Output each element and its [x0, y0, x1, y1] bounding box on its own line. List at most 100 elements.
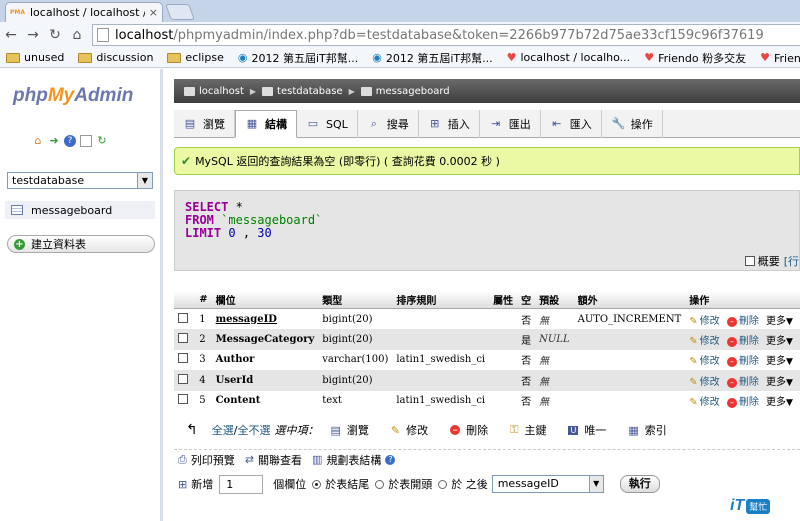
chevron-down-icon[interactable]: ▼ [786, 398, 793, 408]
chevron-down-icon[interactable]: ▼ [786, 337, 793, 347]
bookmarks-bar: unused discussion eclipse ◉ 2012 第五屆iT邦幫.… [0, 48, 800, 68]
drop-link[interactable]: 刪除 [739, 397, 759, 408]
header-collation[interactable]: 排序規則 [392, 291, 490, 309]
bulk-index-button[interactable]: ▦ 索引 [628, 422, 666, 438]
bookmark-eclipse[interactable]: eclipse [167, 51, 224, 64]
edit-link[interactable]: 修改 [700, 377, 720, 388]
back-icon[interactable]: ← [0, 27, 22, 43]
help-icon[interactable]: ? [64, 135, 76, 147]
more-menu[interactable]: 更多 [766, 397, 786, 408]
create-table-button[interactable]: + 建立資料表 [7, 235, 155, 253]
edit-link[interactable]: 修改 [700, 356, 720, 367]
database-select[interactable]: testdatabase ▼ [7, 172, 153, 189]
bulk-browse-button[interactable]: ▤ 瀏覽 [330, 422, 368, 438]
browser-tab[interactable]: PMA localhost / localhost / tes × [5, 2, 163, 22]
propose-structure-link[interactable]: ▥ 規劃表結構? [312, 452, 396, 468]
drop-link[interactable]: 刪除 [739, 316, 759, 327]
row-checkbox[interactable] [178, 373, 188, 384]
home-icon[interactable]: ⌂ [66, 27, 88, 43]
bulk-edit-button[interactable]: ✎ 修改 [391, 422, 428, 438]
profile-link[interactable]: [行 [784, 253, 799, 269]
phpmyadmin-logo[interactable]: phpMyAdmin [13, 85, 133, 107]
more-menu[interactable]: 更多 [766, 336, 786, 347]
check-all-link[interactable]: 全選 [212, 422, 234, 438]
column-collation [392, 370, 490, 391]
edit-link[interactable]: 修改 [700, 336, 720, 347]
bookmark-localhost[interactable]: ♥ localhost / localho... [507, 51, 631, 64]
close-tab-icon[interactable]: × [149, 6, 158, 19]
tab-sql[interactable]: ▭ SQL [297, 110, 358, 138]
tab-operations[interactable]: 🔧 操作 [602, 110, 663, 138]
tab-export[interactable]: ⇥ 匯出 [480, 110, 541, 138]
new-tab-button[interactable] [165, 4, 195, 20]
drop-link[interactable]: 刪除 [739, 336, 759, 347]
chevron-down-icon[interactable]: ▼ [786, 378, 793, 388]
drop-link[interactable]: 刪除 [739, 356, 759, 367]
forward-icon[interactable]: → [22, 27, 44, 43]
radio-at-end[interactable] [312, 479, 322, 489]
reload-icon[interactable]: ↻ [44, 27, 66, 43]
bookmark-friendo-2[interactable]: ♥Friendo 粉多交友 [760, 50, 800, 66]
breadcrumb-table[interactable]: messageboard [376, 86, 450, 97]
edit-link[interactable]: 修改 [700, 316, 720, 327]
profile-option[interactable]: 概要 [行 [744, 253, 799, 269]
bookmark-ithome-2[interactable]: ◉ 2012 第五屆iT邦幫... [372, 50, 492, 66]
edit-link[interactable]: 修改 [700, 397, 720, 408]
go-button[interactable]: 執行 [619, 475, 660, 493]
reload-icon[interactable]: ↻ [96, 135, 108, 147]
sidebar-item-messageboard[interactable]: messageboard [5, 201, 155, 219]
header-default[interactable]: 預設 [535, 291, 574, 309]
tab-structure[interactable]: ▦ 結構 [235, 110, 297, 138]
help-icon[interactable]: ? [385, 454, 396, 465]
row-checkbox[interactable] [178, 332, 188, 343]
radio-after[interactable] [438, 479, 448, 489]
breadcrumb-database[interactable]: testdatabase [277, 86, 343, 97]
profile-checkbox[interactable] [744, 256, 755, 266]
row-checkbox[interactable] [178, 394, 188, 405]
chevron-down-icon[interactable]: ▼ [786, 317, 793, 327]
column-name[interactable]: Author [216, 354, 255, 365]
tab-browse[interactable]: ▤ 瀏覽 [174, 110, 235, 138]
address-bar[interactable]: localhost/phpmyadmin/index.php?db=testda… [92, 24, 800, 46]
uncheck-all-link[interactable]: 全不選 [237, 422, 270, 438]
after-column-select[interactable]: messageID ▼ [491, 475, 604, 493]
column-name[interactable]: UserId [216, 375, 254, 386]
more-menu[interactable]: 更多 [766, 316, 786, 327]
header-extra[interactable]: 額外 [573, 291, 686, 309]
more-menu[interactable]: 更多 [766, 377, 786, 388]
drop-link[interactable]: 刪除 [739, 377, 759, 388]
bookmark-friendo-1[interactable]: ♥ Friendo 粉多交友 [644, 50, 746, 66]
row-checkbox[interactable] [178, 312, 188, 323]
header-name[interactable]: 欄位 [211, 291, 319, 309]
bookmark-discussion[interactable]: discussion [78, 51, 153, 64]
chevron-down-icon[interactable]: ▼ [786, 357, 793, 367]
more-menu[interactable]: 更多 [766, 356, 786, 367]
bulk-drop-button[interactable]: – 刪除 [450, 422, 488, 438]
logout-icon[interactable]: ➜ [48, 135, 60, 147]
bulk-primary-button[interactable]: ⚿ 主鍵 [510, 422, 546, 438]
header-type[interactable]: 類型 [318, 291, 393, 309]
header-null[interactable]: 空 [517, 291, 536, 309]
radio-at-beginning[interactable] [375, 479, 385, 489]
print-view-link[interactable]: ⎙ 列印預覽 [178, 452, 235, 468]
row-checkbox[interactable] [178, 353, 188, 364]
success-message: ✔ MySQL 返回的查詢結果為空 (即零行) ( 查詢花費 0.0002 秒 … [174, 147, 800, 175]
breadcrumb-server[interactable]: localhost [199, 86, 244, 97]
docs-icon[interactable] [80, 135, 92, 147]
column-name[interactable]: Content [216, 395, 261, 406]
column-name[interactable]: MessageCategory [216, 334, 315, 345]
tab-import[interactable]: ⇤ 匯入 [541, 110, 602, 138]
tab-search[interactable]: ⌕ 搜尋 [358, 110, 419, 138]
column-count-input[interactable]: 1 [219, 474, 264, 494]
relation-view-link[interactable]: ⇄ 關聯查看 [245, 452, 302, 468]
structure-table: # 欄位 類型 排序規則 屬性 空 預設 額外 操作 1 messageID b… [174, 291, 800, 411]
column-type: bigint(20) [318, 329, 393, 350]
header-attributes[interactable]: 屬性 [489, 291, 518, 309]
home-icon[interactable]: ⌂ [32, 135, 44, 147]
column-name[interactable]: messageID [216, 314, 277, 325]
tab-insert[interactable]: ⊞ 插入 [419, 110, 480, 138]
bulk-unique-button[interactable]: U 唯一 [568, 422, 606, 438]
bookmark-ithome-1[interactable]: ◉ 2012 第五屆iT邦幫... [238, 50, 358, 66]
column-extra [573, 390, 686, 411]
bookmark-unused[interactable]: unused [6, 51, 64, 64]
